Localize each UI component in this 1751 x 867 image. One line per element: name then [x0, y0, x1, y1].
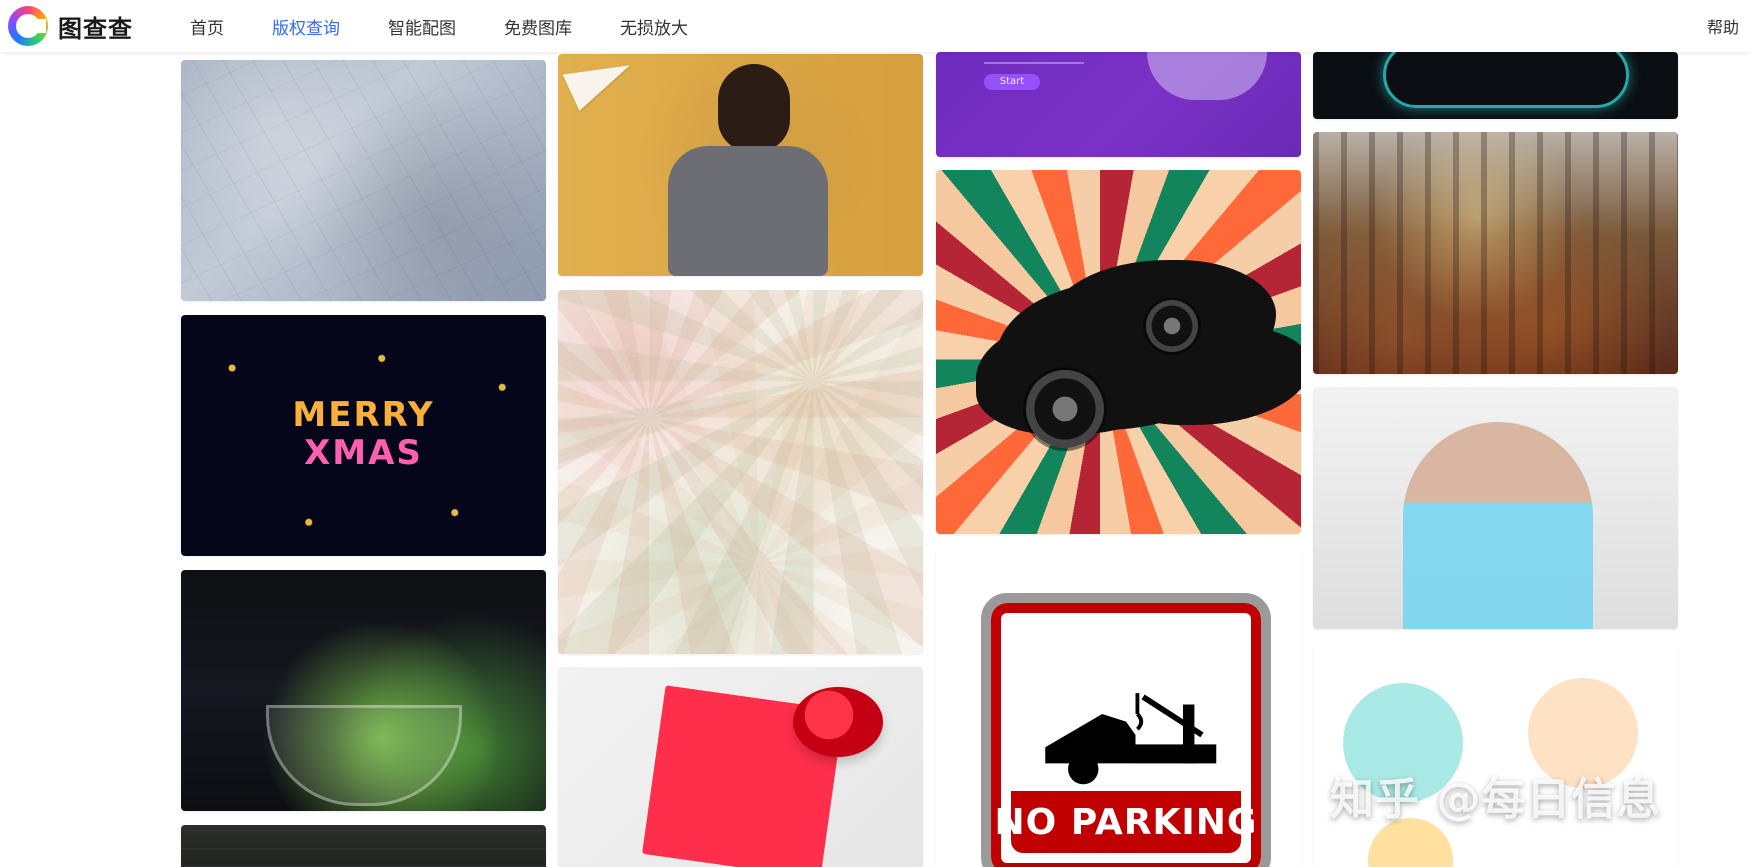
brand-logo-icon	[8, 6, 48, 46]
no-parking-sign: NO PARKING	[981, 593, 1271, 867]
image-grid: MERRY XMAS Start NO PARKING	[0, 0, 1751, 867]
speaker-icon	[1146, 300, 1198, 352]
image-no-parking-sign[interactable]: NO PARKING	[936, 548, 1301, 867]
image-speakers-sunburst[interactable]	[936, 170, 1301, 534]
image-woman-with-headphones[interactable]	[1313, 387, 1678, 629]
nav-link-smart-image-matching[interactable]: 智能配图	[388, 14, 456, 39]
salad-bowl-shape	[266, 705, 462, 806]
no-parking-sign-text: NO PARKING	[994, 802, 1258, 843]
brand-name: 图查查	[58, 14, 133, 43]
xmas-text-line-1: MERRY	[292, 395, 435, 435]
image-christmas-stickers[interactable]	[1313, 643, 1678, 867]
image-chalkboard[interactable]	[181, 825, 546, 867]
image-heart-and-rose[interactable]	[558, 667, 923, 867]
banner-line	[984, 62, 1084, 64]
top-navigation-bar: 图查查 首页 版权查询 智能配图 免费图库 无损放大 帮助	[0, 0, 1751, 52]
brand-logo-link[interactable]: 图查查	[8, 6, 133, 46]
boy-shirt-shape	[668, 146, 828, 276]
image-neon-sign[interactable]	[1313, 52, 1678, 119]
image-purple-web-banner[interactable]: Start	[936, 52, 1301, 157]
image-dried-palm-pattern[interactable]	[558, 290, 923, 654]
tow-truck-icon	[1045, 693, 1217, 785]
meditating-figure-shape	[1147, 52, 1267, 100]
image-salad-bowl[interactable]	[181, 570, 546, 811]
banner-start-button: Start	[984, 74, 1040, 90]
image-merry-xmas[interactable]: MERRY XMAS	[181, 315, 546, 556]
speaker-icon	[1026, 370, 1104, 448]
image-boy-with-paper-plane[interactable]	[558, 54, 923, 276]
image-autumn-forest[interactable]	[1313, 132, 1678, 374]
image-cracked-wall[interactable]	[181, 60, 546, 301]
nav-link-copyright-search[interactable]: 版权查询	[272, 14, 340, 39]
xmas-text-line-2: XMAS	[304, 433, 423, 473]
paper-plane-icon	[562, 54, 639, 111]
woman-shape	[1403, 422, 1593, 629]
nav-link-home[interactable]: 首页	[190, 14, 224, 39]
nav-link-free-library[interactable]: 免费图库	[504, 14, 572, 39]
primary-nav: 首页 版权查询 智能配图 免费图库 无损放大	[190, 0, 736, 52]
rose-shape	[793, 687, 883, 757]
boy-head-shape	[718, 64, 790, 152]
watermark-text: 知乎 @每日信息	[1330, 774, 1662, 825]
nav-link-lossless-upscale[interactable]: 无损放大	[620, 14, 688, 39]
help-link[interactable]: 帮助	[1707, 0, 1739, 52]
